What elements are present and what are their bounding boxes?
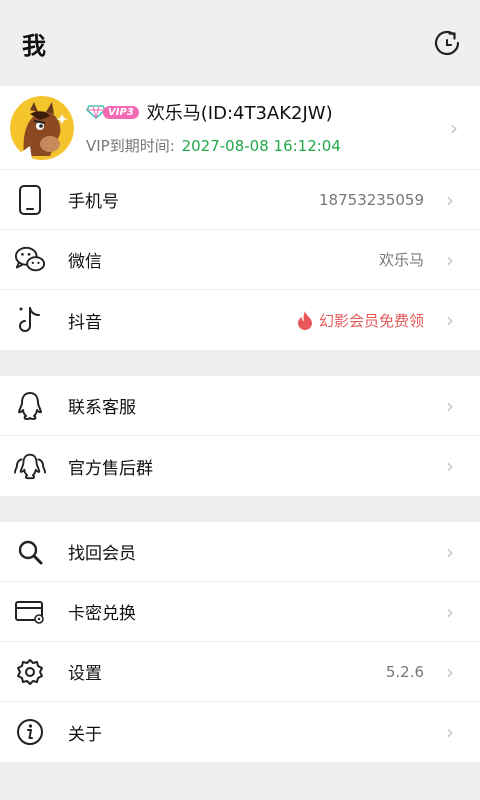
section-divider [0,350,480,376]
douyin-promo[interactable]: 幻影会员免费领 [297,310,424,331]
vip-expiry: VIP到期时间: 2027-08-08 16:12:04 [86,135,446,156]
chevron-right-icon: › [450,115,458,140]
flame-icon [297,311,312,330]
after-sales-group-label: 官方售后群 [68,458,153,479]
chevron-right-icon: › [446,720,454,744]
search-icon [14,536,46,568]
douyin-row[interactable]: 抖音 幻影会员免费领 › [0,290,480,350]
chevron-right-icon: › [446,659,454,684]
recover-membership-row[interactable]: 找回会员 › [0,522,480,582]
redeem-code-row[interactable]: 卡密兑换 › [0,582,480,642]
info-icon [14,716,46,748]
misc-card: 找回会员 › 卡密兑换 › 设置 5.2.6 › 关于 › [0,522,480,762]
wechat-label: 微信 [68,252,102,272]
settings-row[interactable]: 设置 5.2.6 › [0,642,480,702]
qq-icon [14,390,46,422]
recover-membership-label: 找回会员 [68,544,136,564]
support-card: 联系客服 › 官方售后群 › [0,376,480,496]
refresh-icon[interactable] [432,28,462,58]
phone-label: 手机号 [68,192,119,212]
avatar[interactable] [10,95,74,160]
nickname: 欢乐马(ID:4T3AK2JW) [146,103,333,124]
expiry-label: VIP到期时间: [86,137,175,155]
chevron-right-icon: › [446,187,454,212]
phone-value: 18753235059 [319,190,424,209]
chevron-right-icon: › [446,393,454,418]
douyin-label: 抖音 [68,312,102,333]
profile-card: VIP3 欢乐马(ID:4T3AK2JW) VIP到期时间: 2027-08-0… [0,86,480,350]
phone-row[interactable]: 手机号 18753235059 › [0,170,480,230]
expiry-date: 2027-08-08 16:12:04 [181,137,341,155]
wechat-icon [14,244,46,276]
wechat-row[interactable]: 微信 欢乐马 › [0,230,480,290]
card-icon [14,596,46,628]
phone-icon [14,184,46,216]
gear-icon [14,656,46,688]
header: 我 [0,0,480,86]
wechat-value: 欢乐马 [378,251,424,269]
chevron-right-icon: › [446,454,454,478]
vip-level: VIP3 [103,105,139,119]
chevron-right-icon: › [446,308,454,332]
tiktok-icon [14,304,46,336]
profile-row[interactable]: VIP3 欢乐马(ID:4T3AK2JW) VIP到期时间: 2027-08-0… [0,86,480,170]
douyin-promo-text: 幻影会员免费领 [318,311,424,330]
about-label: 关于 [68,724,102,745]
contact-service-row[interactable]: 联系客服 › [0,376,480,436]
contact-service-label: 联系客服 [68,398,136,418]
chevron-right-icon: › [446,539,454,564]
section-divider [0,496,480,522]
after-sales-group-row[interactable]: 官方售后群 › [0,436,480,496]
qq-group-icon [14,450,46,482]
vip-badge: VIP3 [86,105,139,119]
redeem-code-label: 卡密兑换 [68,604,136,624]
about-row[interactable]: 关于 › [0,702,480,762]
page-title: 我 [22,31,46,60]
version-value: 5.2.6 [385,662,424,681]
settings-label: 设置 [68,664,102,684]
chevron-right-icon: › [446,599,454,624]
chevron-right-icon: › [446,247,454,272]
